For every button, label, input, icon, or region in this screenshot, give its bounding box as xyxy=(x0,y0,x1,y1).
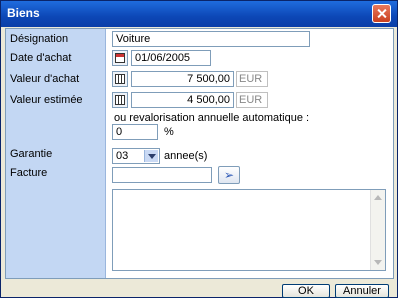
notes-scrollbar[interactable] xyxy=(370,190,385,270)
garantie-label: Garantie xyxy=(10,148,53,160)
dialog-window: Biens Désignation Date d'achat Valeur d'… xyxy=(0,0,398,298)
scroll-down-icon[interactable] xyxy=(374,260,382,265)
revalorisation-label: ou revalorisation annuelle automatique : xyxy=(114,112,310,124)
chevron-down-icon[interactable] xyxy=(144,150,158,162)
title-bar: Biens xyxy=(1,1,397,27)
form-panel: Désignation Date d'achat Valeur d'achat … xyxy=(5,28,394,279)
facture-label: Facture xyxy=(10,167,48,179)
notes-textarea[interactable] xyxy=(112,189,386,271)
ok-button[interactable]: OK xyxy=(282,284,330,298)
designation-input[interactable]: Voiture xyxy=(112,31,310,47)
valeur-achat-label: Valeur d'achat xyxy=(10,73,80,85)
garantie-select[interactable]: 03 xyxy=(112,148,160,164)
valeur-estimee-input[interactable]: 4 500,00 xyxy=(131,92,234,108)
field-column: Voiture 01/06/2005 7 500,00 EUR 4 500,00… xyxy=(106,29,393,278)
calculator-icon[interactable] xyxy=(112,71,128,87)
cancel-button[interactable]: Annuler xyxy=(335,284,389,298)
close-icon[interactable] xyxy=(372,4,391,23)
facture-input[interactable] xyxy=(112,167,212,183)
valeur-estimee-label: Valeur estimée xyxy=(10,94,83,106)
valeur-estimee-currency: EUR xyxy=(236,92,268,108)
scroll-up-icon[interactable] xyxy=(374,195,382,200)
garantie-select-value: 03 xyxy=(116,150,129,162)
valeur-achat-input[interactable]: 7 500,00 xyxy=(131,71,234,87)
garantie-unit: annee(s) xyxy=(164,150,208,162)
label-column: Désignation Date d'achat Valeur d'achat … xyxy=(6,29,106,278)
valeur-achat-currency: EUR xyxy=(236,71,268,87)
designation-label: Désignation xyxy=(10,33,69,45)
date-achat-input[interactable]: 01/06/2005 xyxy=(131,50,211,66)
browse-arrow-icon[interactable]: ➢ xyxy=(218,166,240,184)
window-title: Biens xyxy=(7,6,40,20)
percent-sign: % xyxy=(164,126,174,138)
revalorisation-input[interactable]: 0 xyxy=(112,124,158,140)
date-achat-label: Date d'achat xyxy=(10,52,72,64)
calendar-icon[interactable] xyxy=(112,50,128,66)
calculator-icon[interactable] xyxy=(112,92,128,108)
